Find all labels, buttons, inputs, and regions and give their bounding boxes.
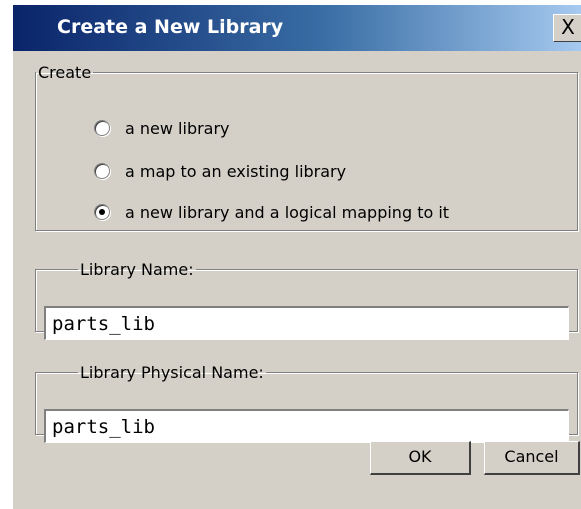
create-library-dialog: Create a New Library X Create a new libr…: [12, 5, 581, 509]
library-name-input[interactable]: [44, 306, 569, 340]
option-label: a new library and a logical mapping to i…: [125, 202, 450, 222]
dialog-title: Create a New Library: [57, 16, 284, 38]
radio-button[interactable]: [94, 163, 110, 179]
cancel-button[interactable]: Cancel: [484, 441, 580, 475]
radio-button[interactable]: [94, 120, 110, 136]
create-group: Create a new library a map to an existin…: [35, 63, 578, 231]
library-name-group: Library Name:: [35, 260, 578, 340]
library-physical-name-input[interactable]: [44, 409, 569, 443]
option-label: a map to an existing library: [125, 161, 347, 181]
radio-button-selected[interactable]: [94, 204, 110, 220]
title-bar[interactable]: Create a New Library X: [13, 5, 581, 51]
close-button[interactable]: X: [553, 14, 581, 42]
option-label: a new library: [125, 118, 230, 138]
ok-button[interactable]: OK: [370, 441, 471, 475]
option-new-library[interactable]: a new library: [94, 116, 230, 140]
library-physical-name-group: Library Physical Name:: [35, 363, 578, 443]
option-map-existing-library[interactable]: a map to an existing library: [94, 159, 346, 183]
option-new-library-and-mapping[interactable]: a new library and a logical mapping to i…: [94, 200, 449, 224]
library-name-legend: Library Name:: [80, 260, 194, 279]
create-group-legend: Create: [38, 63, 92, 82]
library-physical-name-legend: Library Physical Name:: [80, 363, 264, 382]
close-icon: X: [561, 15, 575, 39]
